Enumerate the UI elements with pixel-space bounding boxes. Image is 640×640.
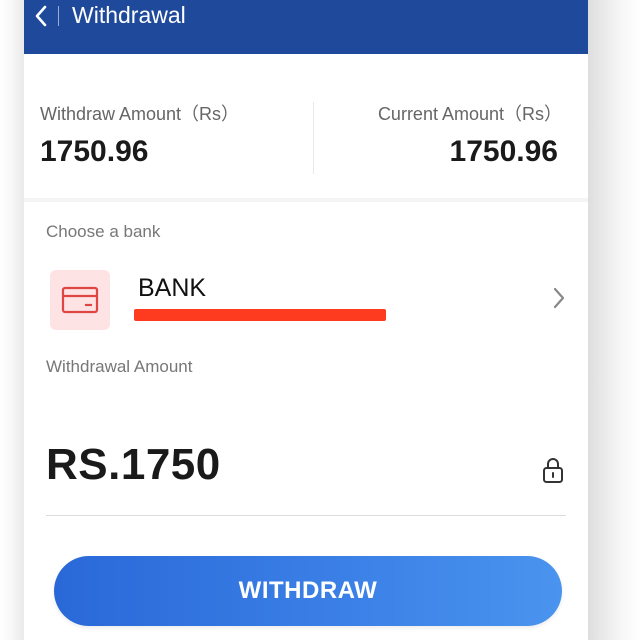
- withdrawal-amount-label: Withdrawal Amount: [46, 357, 193, 376]
- lock-icon: [543, 458, 563, 483]
- bank-name: BANK: [138, 274, 207, 302]
- lock-icon-wrapper: [540, 456, 566, 484]
- page-title: Withdrawal: [72, 2, 186, 28]
- withdrawal-amount-input[interactable]: RS.1750: [46, 440, 221, 490]
- bank-selector[interactable]: BANK: [46, 266, 570, 336]
- bank-icon-container: [50, 270, 110, 330]
- withdrawal-screen: Withdrawal Withdraw Amount（Rs） 1750.96 C…: [24, 0, 588, 640]
- summary-divider: [313, 102, 314, 174]
- withdraw-amount-value: 1750.96: [40, 135, 149, 168]
- chevron-left-icon: [35, 5, 47, 27]
- balance-summary: Withdraw Amount（Rs） 1750.96 Current Amou…: [24, 54, 588, 198]
- current-amount-value: 1750.96: [449, 135, 558, 168]
- screen-edge-right: [588, 0, 640, 640]
- redaction-bar: [134, 309, 386, 321]
- credit-card-icon: [61, 286, 99, 314]
- screen-edge-left: [0, 0, 24, 640]
- choose-bank-label: Choose a bank: [46, 222, 161, 241]
- current-amount-label: Current Amount（Rs）: [377, 104, 562, 124]
- app-header: Withdrawal: [24, 0, 588, 54]
- section-separator: [24, 198, 588, 202]
- amount-underline: [46, 515, 566, 516]
- chevron-right-icon: [553, 287, 565, 309]
- back-button[interactable]: [28, 0, 54, 32]
- withdraw-button[interactable]: WITHDRAW: [54, 556, 562, 626]
- header-divider: [58, 6, 59, 26]
- bank-chevron: [548, 284, 570, 312]
- withdraw-amount-label: Withdraw Amount（Rs）: [40, 104, 240, 124]
